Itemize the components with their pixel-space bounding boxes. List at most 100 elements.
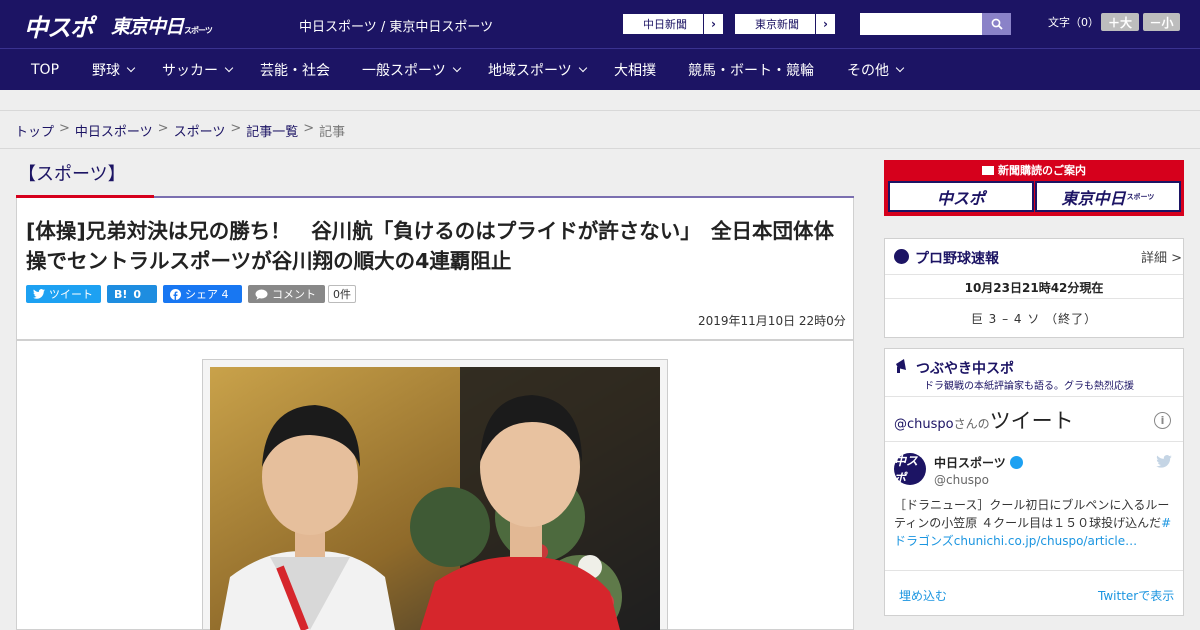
verified-badge-icon: [1010, 456, 1023, 469]
breadcrumb-sports[interactable]: スポーツ: [174, 121, 226, 140]
nav-item-other[interactable]: その他: [847, 49, 905, 91]
font-size-label: 文字（0）: [1048, 16, 1099, 29]
facebook-icon: [170, 288, 181, 300]
font-increase-button[interactable]: ＋大: [1101, 13, 1139, 31]
facebook-share-label: シェア 4: [185, 288, 229, 301]
info-icon[interactable]: i: [1154, 412, 1171, 429]
tweet-author-name[interactable]: 中日スポーツ: [934, 454, 1006, 471]
breadcrumb-separator: >: [230, 121, 242, 136]
twitter-bird-icon[interactable]: [1156, 455, 1172, 468]
nav-label: TOP: [31, 62, 60, 78]
tokyo-chunichi-logo[interactable]: 東京中日スポーツ: [111, 12, 213, 39]
twitter-icon: [33, 289, 45, 299]
breadcrumb-top[interactable]: トップ: [15, 121, 54, 140]
chevron-down-icon: [578, 63, 587, 73]
divider: [885, 570, 1183, 571]
tweets-heading: @chuspo さんの ツイート: [894, 405, 1074, 435]
main-nav: TOP 野球 サッカー 芸能・社会 一般スポーツ 地域スポーツ 大相撲 競馬・ボ…: [0, 48, 1200, 90]
nav-label: 芸能・社会: [260, 63, 330, 79]
hatena-bookmark-button[interactable]: B! 0: [107, 285, 157, 303]
gymnasts-photo-image: [210, 367, 660, 630]
baseball-detail-link[interactable]: 詳細 >: [1141, 247, 1182, 266]
tokyo-logo-text: 東京中日: [111, 16, 184, 38]
newspaper-icon: [982, 166, 994, 175]
tweet-body: ［ドラニュース］クール初日にブルペンに入るルーティンの小笠原 ４クール目は１５０…: [894, 498, 1170, 530]
chunichi-shimbun-button[interactable]: 中日新聞 ›: [622, 13, 724, 35]
breadcrumb-article-list[interactable]: 記事一覧: [246, 121, 298, 140]
tweets-heading-text: ツイート: [989, 409, 1074, 433]
divider: [885, 274, 1183, 275]
nav-label: 野球: [92, 63, 120, 79]
nav-item-entertainment[interactable]: 芸能・社会: [260, 49, 330, 91]
chevron-down-icon: [895, 63, 905, 73]
chevron-down-icon: [126, 63, 136, 73]
baseball-update-time: 10月23日21時42分現在: [964, 281, 1104, 295]
subscribe-chuspo-card[interactable]: 中スポ: [888, 181, 1034, 212]
tweet-author-handle[interactable]: @chuspo: [934, 473, 989, 487]
comment-button[interactable]: コメント: [248, 285, 325, 303]
header-strip: [0, 90, 1200, 111]
site-link[interactable]: 中日スポーツ / 東京中日スポーツ: [299, 16, 493, 35]
font-decrease-button[interactable]: －小: [1143, 13, 1180, 31]
chuspo-logo[interactable]: 中スポ: [24, 8, 94, 43]
tweets-handle-link[interactable]: @chuspo: [894, 417, 954, 432]
subscription-title-text: 新聞購読のご案内: [998, 164, 1086, 177]
megaphone-icon: [896, 359, 906, 373]
breadcrumb: トップ > 中日スポーツ > スポーツ > 記事一覧 > 記事: [15, 121, 345, 140]
search-input[interactable]: [860, 13, 982, 35]
comment-label: コメント: [272, 288, 316, 301]
nav-label: 大相撲: [614, 63, 656, 79]
nav-item-baseball[interactable]: 野球: [92, 49, 136, 91]
nav-item-top[interactable]: TOP: [31, 49, 59, 91]
divider: [885, 441, 1183, 442]
tweet-button[interactable]: ツイート: [26, 285, 101, 303]
avatar[interactable]: 中スポ: [894, 453, 926, 485]
nav-item-sumo[interactable]: 大相撲: [614, 49, 656, 91]
tweets-panel-subtitle: ドラ観戦の本紙評論家も語る。グラも熱烈応援: [924, 381, 1134, 392]
breadcrumb-separator: >: [157, 121, 169, 136]
tweets-panel-title: つぶやき中スポ: [916, 361, 1014, 377]
subscribe-tokyo-card-small: スポーツ: [1126, 192, 1155, 201]
search-icon: [991, 18, 1003, 30]
comment-bubble-icon: [255, 289, 268, 300]
baseball-panel-title: プロ野球速報: [915, 251, 999, 267]
nav-item-local-sports[interactable]: 地域スポーツ: [488, 49, 587, 91]
comment-count: 0件: [328, 285, 356, 303]
nav-item-keiba[interactable]: 競馬・ボート・競輪: [688, 49, 814, 91]
baseball-score[interactable]: 巨 3 – 4 ソ （終了）: [884, 310, 1184, 327]
nav-item-general-sports[interactable]: 一般スポーツ: [362, 49, 461, 91]
chevron-down-icon: [452, 63, 461, 73]
subscription-banner-title: 新聞購読のご案内: [884, 162, 1184, 178]
tweet-url-link[interactable]: chunichi.co.jp/chuspo/article…: [954, 534, 1137, 548]
embed-link[interactable]: 埋め込む: [899, 587, 947, 604]
section-title: 【スポーツ】: [18, 164, 126, 185]
nav-label: その他: [847, 63, 889, 79]
nav-label: 競馬・ボート・競輪: [688, 63, 814, 79]
divider: [885, 396, 1183, 397]
hatena-b-icon: B!: [114, 287, 128, 301]
divider: [885, 298, 1183, 299]
breadcrumb-current: 記事: [319, 125, 346, 140]
chevron-right-icon: ›: [703, 14, 723, 34]
view-on-twitter-link[interactable]: Twitterで表示: [1098, 587, 1174, 604]
article-date: 2019年11月10日 22時0分: [698, 314, 846, 328]
tweet-text: ［ドラニュース］クール初日にブルペンに入るルーティンの小笠原 ４クール目は１５０…: [894, 496, 1176, 550]
chevron-right-icon: ›: [815, 14, 835, 34]
breadcrumb-separator: >: [303, 121, 315, 136]
chunichi-shimbun-label: 中日新聞: [643, 18, 687, 31]
breadcrumb-chuspo[interactable]: 中日スポーツ: [75, 121, 153, 140]
tokyo-shimbun-label: 東京新聞: [755, 18, 799, 31]
tweets-handle-suffix: さんの: [953, 417, 990, 431]
nav-label: 地域スポーツ: [488, 63, 572, 79]
tweet-label: ツイート: [49, 288, 93, 301]
search-button[interactable]: [982, 13, 1011, 35]
chevron-down-icon: [224, 63, 234, 73]
article-photo[interactable]: [210, 367, 660, 630]
facebook-share-button[interactable]: シェア 4: [163, 285, 242, 303]
tokyo-shimbun-button[interactable]: 東京新聞 ›: [734, 13, 836, 35]
share-buttons: ツイート B! 0 シェア 4 コメント 0件: [26, 285, 356, 303]
nav-item-soccer[interactable]: サッカー: [162, 49, 234, 91]
hatena-count: 0: [133, 287, 142, 301]
subscribe-tokyo-card[interactable]: 東京中日 スポーツ: [1035, 181, 1181, 212]
baseball-icon: [894, 249, 909, 264]
